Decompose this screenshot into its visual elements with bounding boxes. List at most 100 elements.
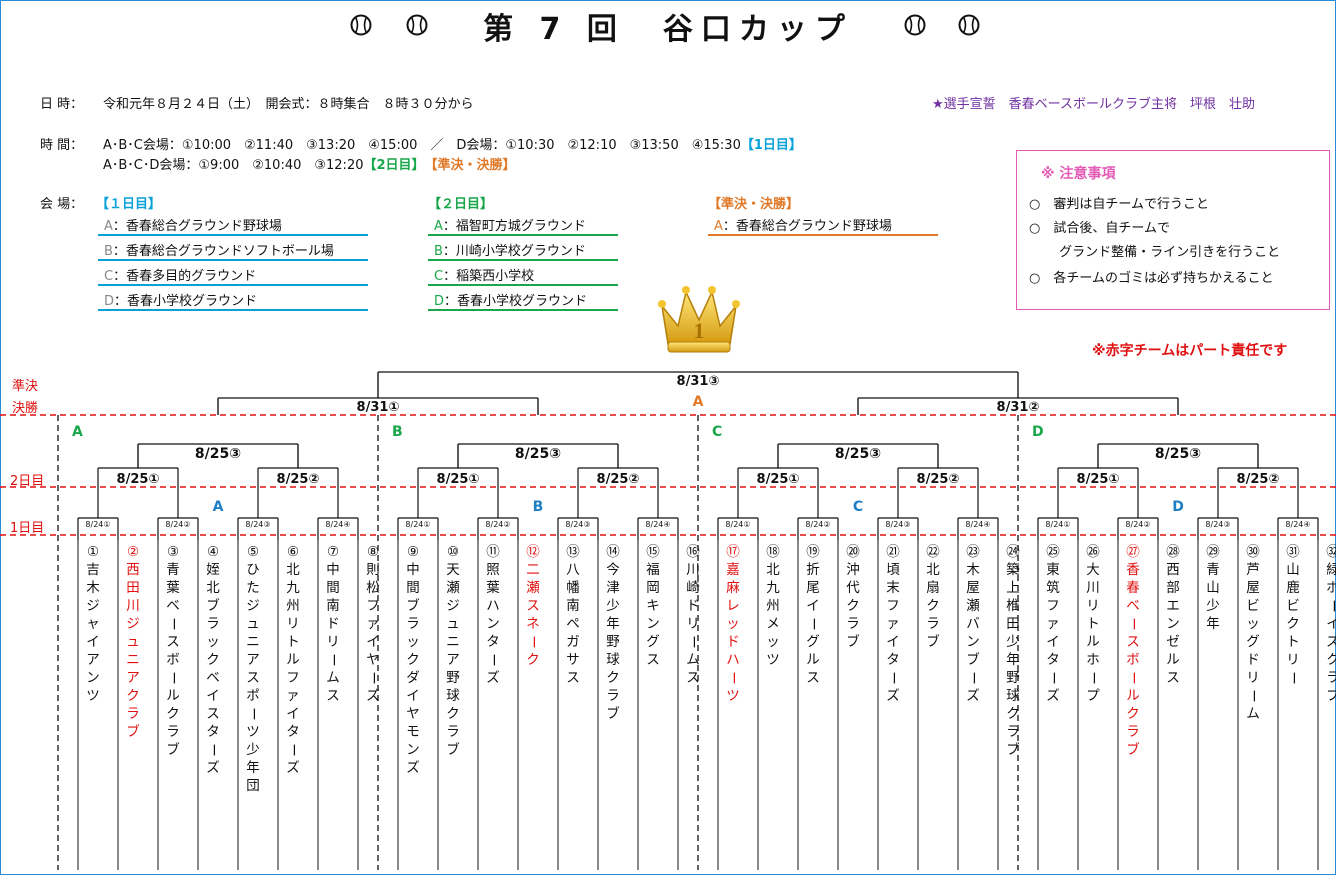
team-name-char: ア (446, 652, 460, 668)
team-number: ⑥ (286, 544, 300, 560)
block-final-date: 8/25③ (834, 446, 882, 462)
team-entry: ⑬ 八幡南ペガサス (561, 543, 585, 687)
team-name-char: ブ (926, 634, 940, 650)
team-name-char: ス (206, 706, 220, 722)
team-name-char: 代 (846, 580, 860, 596)
team-entry: ⑯川崎ドリームス (681, 543, 705, 687)
team-name-char: ー (165, 617, 181, 631)
team-name-char: イ (286, 706, 300, 722)
team-name-char: ス (566, 670, 580, 686)
team-name-char: ァ (366, 616, 380, 632)
team-name-char: ハ (486, 598, 500, 614)
match-date-day1: 8/24④ (965, 520, 991, 529)
team-name-char: ラ (926, 616, 940, 632)
sub-block-label: C (852, 499, 864, 515)
team-name-char: メ (766, 616, 780, 632)
team-name-char: 野 (446, 670, 460, 686)
team-name-char: 少 (1206, 598, 1220, 614)
team-name-char: ク (126, 688, 140, 704)
team-name-char: ブ (166, 742, 180, 758)
team-name-char: 球 (1006, 688, 1020, 704)
team-name-char: ク (446, 706, 460, 722)
team-name-char: ス (646, 652, 660, 668)
match-date-day1: 8/24① (1045, 520, 1071, 529)
team-name-char: 松 (366, 580, 380, 596)
team-name-char: 扇 (926, 580, 940, 596)
team-number: ㉒ (926, 544, 940, 560)
match-date-day1: 8/24④ (645, 520, 671, 529)
team-name-char: 北 (206, 580, 220, 596)
team-name-char: 天 (446, 562, 460, 578)
team-entry: ⑱ 北九州メッツ (761, 543, 785, 669)
team-name-char: ッ (406, 634, 420, 650)
team-name-char: 九 (766, 580, 780, 596)
match-date-day1: 8/24① (85, 520, 111, 529)
team-name-char: ー (485, 653, 501, 667)
team-name-char: 緑 (1326, 562, 1336, 578)
team-name-char: 姪 (206, 562, 220, 578)
team-name-char: ク (206, 652, 220, 668)
team-name-char: 年 (1006, 652, 1020, 668)
team-name-char: モ (406, 724, 420, 740)
team-number: ⑦ (326, 544, 340, 560)
team-name-char: ク (1326, 652, 1336, 668)
team-name-char: ン (486, 616, 500, 632)
team-name-char: 屋 (966, 580, 980, 596)
block-label: D (1032, 424, 1044, 440)
team-entry: ㉛山鹿ビクトリー (1281, 543, 1305, 687)
team-name-char: 上 (1006, 580, 1020, 596)
team-name-char: ァ (286, 688, 300, 704)
team-name-char: ッ (766, 634, 780, 650)
team-name-char: 州 (286, 598, 300, 614)
team-name-char: ー (1125, 617, 1141, 631)
team-name-char: ン (1166, 616, 1180, 632)
team-number: ⑨ (406, 544, 420, 560)
team-number: ④ (206, 544, 220, 560)
team-number: ⑳ (846, 544, 860, 560)
team-number: ㉗ (1126, 544, 1140, 560)
block-label: A (72, 424, 83, 440)
match-date-day1: 8/24③ (1205, 520, 1231, 529)
team-name-char: ゼ (1166, 634, 1180, 650)
team-entry: ㉜緑ボーイズクラブ (1321, 543, 1336, 705)
team-name-char: た (246, 580, 260, 596)
team-name-char: ブ (1126, 742, 1140, 758)
team-number: ⑭ (606, 544, 620, 560)
team-name-char: ひ (246, 562, 260, 578)
team-name-char: ー (1045, 671, 1061, 685)
team-name-char: 瀬 (526, 580, 540, 596)
match-date-day2: 8/25② (596, 472, 640, 487)
team-name-char: ァ (886, 616, 900, 632)
team-name-char: フ (286, 670, 300, 686)
team-entry: ⑲折尾イーグルス (801, 543, 825, 687)
team-name-char: 年 (606, 616, 620, 632)
team-entry: ㉖大川リトルホープ (1081, 543, 1105, 705)
team-name-char: ー (725, 671, 741, 685)
team-name-char: 西 (126, 562, 140, 578)
team-number: ⑫ (526, 544, 540, 560)
match-date-day1: 8/24③ (565, 520, 591, 529)
team-name-char: ト (286, 634, 300, 650)
team-entry: ⑤ひたジュニアスポーツ少年団 (241, 543, 265, 795)
team-name-char: 頃 (886, 562, 900, 578)
team-name-char: ャ (86, 616, 100, 632)
team-name-char: ブ (846, 634, 860, 650)
team-entry: ④姪北ブラックベイスターズ (201, 543, 225, 777)
team-name-char: ク (1286, 616, 1300, 632)
team-entry: ③青葉ベースボールクラブ (161, 543, 185, 759)
team-name-char: ー (245, 707, 261, 721)
team-name-char: 津 (606, 580, 620, 596)
team-number: ⑱ (766, 544, 780, 560)
team-name-char: ア (86, 652, 100, 668)
team-entry: ① 吉木ジャイアンツ (81, 543, 105, 705)
team-name-char: ク (166, 706, 180, 722)
team-name-char: ド (726, 634, 740, 650)
team-name-char: レ (726, 598, 740, 614)
team-name-char: 間 (406, 580, 420, 596)
team-entry: ㉗香春ベースボールクラブ (1121, 543, 1145, 759)
team-number: ㉖ (1086, 544, 1100, 560)
match-date-day2: 8/25① (1076, 472, 1120, 487)
match-date-day1: 8/24② (165, 520, 191, 529)
team-name-char: 照 (486, 562, 500, 578)
block-label: B (392, 424, 403, 440)
